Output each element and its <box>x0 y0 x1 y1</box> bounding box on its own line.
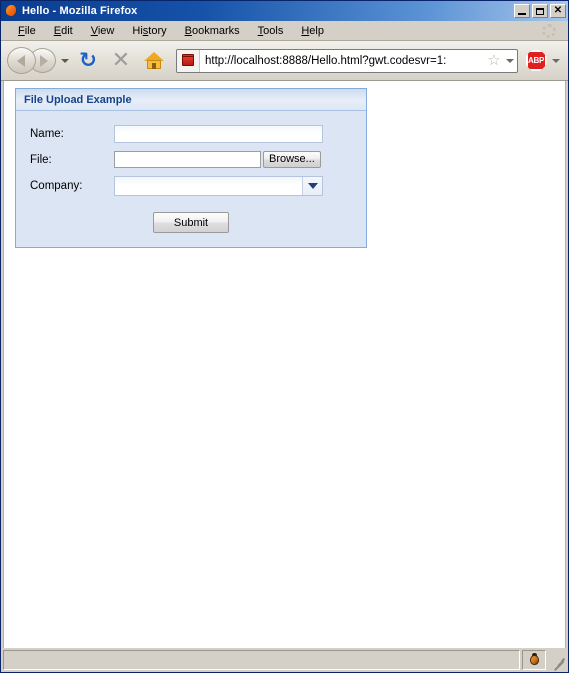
home-icon <box>144 51 164 70</box>
menu-item-help[interactable]: Help <box>292 23 333 39</box>
urlbar-dropdown-icon[interactable] <box>503 58 517 63</box>
form-row-file: File: Browse... <box>16 151 366 168</box>
close-icon: ✕ <box>553 5 563 16</box>
browse-button[interactable]: Browse... <box>263 151 321 168</box>
menu-item-bookmarks[interactable]: Bookmarks <box>176 23 249 39</box>
reload-icon: ↻ <box>79 48 97 72</box>
star-icon[interactable]: ☆ <box>485 53 503 68</box>
stop-button[interactable]: ✕ <box>107 47 135 75</box>
name-label: Name: <box>30 128 64 140</box>
title-bar: Hello - Mozilla Firefox ✕ <box>1 1 568 21</box>
adblock-dropdown-icon[interactable] <box>550 58 562 63</box>
status-message <box>3 650 520 670</box>
navigation-toolbar: ↻ ✕ ☆ ABP <box>1 41 568 81</box>
page-viewport: File Upload Example Name: File: Browse..… <box>3 81 566 648</box>
file-path-input[interactable] <box>114 151 261 168</box>
debug-status-button[interactable] <box>522 650 546 670</box>
status-bar <box>1 648 568 672</box>
submit-row: Submit <box>16 212 366 233</box>
submit-button[interactable]: Submit <box>153 212 229 233</box>
adblock-plus-icon: ABP <box>525 50 547 71</box>
panel-title: File Upload Example <box>24 93 132 106</box>
forward-arrow-icon <box>39 54 48 67</box>
browser-window: Hello - Mozilla Firefox ✕ File Edit View… <box>0 0 569 673</box>
menu-item-tools[interactable]: Tools <box>249 23 293 39</box>
file-label: File: <box>30 153 52 166</box>
adblock-plus-button[interactable]: ABP <box>524 49 548 73</box>
resize-grip-icon[interactable] <box>548 650 566 671</box>
url-input[interactable] <box>200 53 485 68</box>
menu-item-view[interactable]: View <box>82 23 124 39</box>
menu-item-file[interactable]: File <box>9 23 45 39</box>
history-dropdown-icon[interactable] <box>61 58 69 63</box>
maximize-button[interactable] <box>532 4 548 18</box>
window-controls: ✕ <box>514 4 566 18</box>
home-button[interactable] <box>140 47 168 75</box>
window-title: Hello - Mozilla Firefox <box>22 5 138 17</box>
company-select[interactable] <box>114 176 323 196</box>
panel-body: Name: File: Browse... Company: Submit <box>16 111 366 247</box>
file-picker: Browse... <box>114 151 321 168</box>
page-favicon <box>177 49 200 72</box>
form-row-name: Name: <box>16 125 366 143</box>
name-input[interactable] <box>114 125 323 143</box>
company-select-arrow[interactable] <box>302 177 322 195</box>
file-upload-panel: File Upload Example Name: File: Browse..… <box>15 88 367 248</box>
firefox-icon <box>4 4 18 18</box>
form-row-company: Company: <box>16 176 366 196</box>
menu-bar: File Edit View History Bookmarks Tools H… <box>1 21 568 41</box>
back-button[interactable] <box>7 47 36 74</box>
close-button[interactable]: ✕ <box>550 4 566 18</box>
bug-icon <box>528 653 541 666</box>
stop-icon: ✕ <box>111 47 131 73</box>
menu-item-edit[interactable]: Edit <box>45 23 82 39</box>
back-arrow-icon <box>16 54 25 67</box>
panel-header: File Upload Example <box>16 89 366 111</box>
reload-button[interactable]: ↻ <box>74 47 102 75</box>
back-forward-group <box>7 47 69 75</box>
chevron-down-icon <box>307 183 318 189</box>
company-label: Company: <box>30 180 83 192</box>
url-bar[interactable]: ☆ <box>176 48 518 73</box>
throbber-icon <box>542 24 556 38</box>
minimize-button[interactable] <box>514 4 530 18</box>
menu-item-history[interactable]: History <box>123 23 175 39</box>
